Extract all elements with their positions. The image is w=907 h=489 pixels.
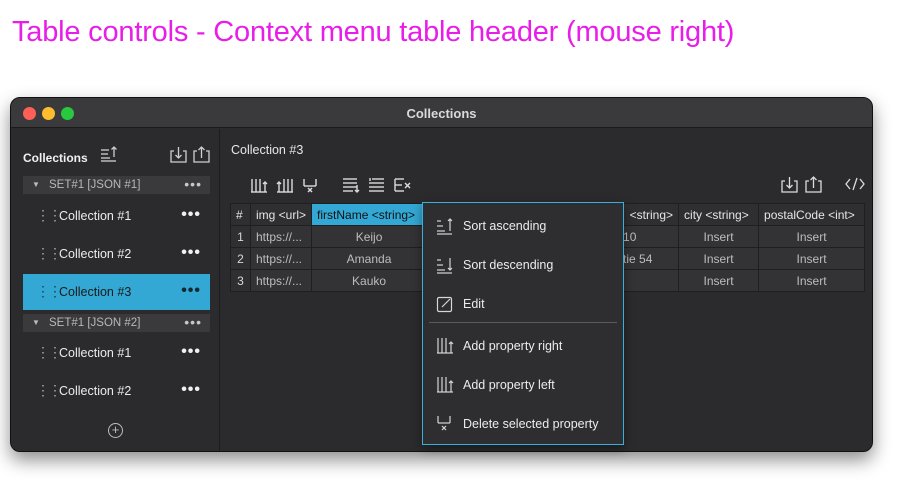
plus-circle-icon[interactable]: + (108, 423, 123, 438)
code-icon[interactable] (845, 176, 865, 192)
table-cell[interactable]: https://... (249, 247, 313, 270)
expand-triangle-icon[interactable]: ▼ (32, 318, 40, 327)
sort-ascending-icon (437, 218, 453, 235)
table-cell[interactable]: https://... (249, 225, 313, 248)
table-cell[interactable]: Kauko (311, 269, 428, 292)
collection-row[interactable]: ⋮⋮ Collection #1 ••• (23, 198, 210, 234)
set-row[interactable]: ▼ SET#1 [JSON #1] ••• (23, 176, 210, 194)
collection-row[interactable]: ⋮⋮ Collection #2 ••• (23, 236, 210, 272)
insert-cell[interactable]: Insert (758, 247, 866, 270)
set-more-icon[interactable]: ••• (184, 314, 202, 330)
menu-item-delete-property[interactable]: Delete selected property (423, 408, 623, 438)
import-collection-icon[interactable] (170, 146, 187, 163)
set-more-icon[interactable]: ••• (184, 176, 202, 192)
column-header[interactable]: postalCode <int> (758, 203, 866, 226)
sidebar: Collections ▼ SET#1 [JSON #1] ••• ⋮⋮ Col… (11, 129, 220, 451)
menu-item-label: Add property right (463, 339, 563, 353)
insert-row-above-icon[interactable] (368, 177, 386, 193)
table-cell[interactable]: Amanda (311, 247, 428, 270)
column-header[interactable]: # (230, 203, 251, 226)
import-icon[interactable] (781, 176, 798, 193)
drag-handle-icon[interactable]: ⋮⋮ (36, 382, 62, 399)
table-cell[interactable]: https://... (249, 269, 313, 292)
expand-triangle-icon[interactable]: ▼ (32, 180, 40, 189)
insert-cell[interactable]: Insert (678, 269, 760, 292)
collection-more-icon[interactable]: ••• (181, 244, 201, 262)
menu-item-sort-descending[interactable]: Sort descending (423, 249, 623, 279)
title-bar: Collections (11, 98, 872, 128)
menu-separator (429, 322, 617, 323)
menu-item-label: Edit (463, 297, 485, 311)
menu-item-add-property-right[interactable]: Add property right (423, 330, 623, 360)
collection-label: Collection #2 (59, 247, 132, 261)
menu-item-label: Delete selected property (463, 417, 599, 431)
export-icon[interactable] (805, 176, 822, 193)
context-menu: Sort ascending Sort descending Edit Add … (422, 202, 624, 445)
collection-row-active[interactable]: ⋮⋮ Collection #3 ••• (23, 274, 210, 310)
delete-row-icon[interactable] (394, 177, 412, 193)
collection-label: Collection #2 (59, 384, 132, 398)
export-collection-icon[interactable] (193, 146, 210, 163)
sort-collections-icon[interactable] (100, 146, 118, 162)
row-number: 3 (230, 269, 251, 292)
insert-row-below-icon[interactable] (342, 177, 360, 193)
add-column-right-icon[interactable] (250, 177, 268, 193)
menu-item-label: Add property left (463, 378, 555, 392)
add-property-right-icon (437, 338, 454, 354)
drag-handle-icon[interactable]: ⋮⋮ (36, 344, 62, 361)
collection-label: Collection #1 (59, 209, 132, 223)
row-number: 2 (230, 247, 251, 270)
collection-row[interactable]: ⋮⋮ Collection #1 ••• (23, 335, 210, 371)
menu-item-label: Sort descending (463, 258, 554, 272)
set-label: SET#1 [JSON #2] (49, 317, 141, 329)
insert-cell[interactable]: Insert (758, 269, 866, 292)
column-header-selected[interactable]: firstName <string> (311, 203, 428, 226)
page-caption: Table controls - Context menu table head… (12, 16, 735, 48)
table-cell[interactable]: Keijo (311, 225, 428, 248)
insert-cell[interactable]: Insert (678, 247, 760, 270)
column-header[interactable]: city <string> (678, 203, 760, 226)
menu-item-add-property-left[interactable]: Add property left (423, 369, 623, 399)
menu-item-edit[interactable]: Edit (423, 288, 623, 318)
delete-column-icon[interactable] (302, 177, 320, 193)
collection-label: Collection #1 (59, 346, 132, 360)
insert-cell[interactable]: Insert (678, 225, 760, 248)
drag-handle-icon[interactable]: ⋮⋮ (36, 207, 62, 224)
collection-more-icon[interactable]: ••• (181, 343, 201, 361)
drag-handle-icon[interactable]: ⋮⋮ (36, 245, 62, 262)
collection-more-icon[interactable]: ••• (181, 381, 201, 399)
edit-icon (436, 296, 453, 313)
menu-item-sort-ascending[interactable]: Sort ascending (423, 210, 623, 240)
sidebar-title: Collections (23, 151, 88, 165)
set-label: SET#1 [JSON #1] (49, 179, 141, 191)
sort-descending-icon (437, 258, 453, 274)
drag-handle-icon[interactable]: ⋮⋮ (36, 283, 62, 300)
window-title: Collections (406, 106, 477, 121)
collection-more-icon[interactable]: ••• (181, 206, 201, 224)
collection-row[interactable]: ⋮⋮ Collection #2 ••• (23, 373, 210, 409)
row-number: 1 (230, 225, 251, 248)
column-header[interactable]: img <url> (249, 203, 313, 226)
set-row[interactable]: ▼ SET#1 [JSON #2] ••• (23, 314, 210, 332)
collection-label: Collection #3 (59, 285, 132, 299)
delete-property-icon (437, 416, 451, 431)
menu-item-label: Sort ascending (463, 219, 547, 233)
collection-more-icon[interactable]: ••• (181, 282, 201, 300)
collection-title: Collection #3 (231, 143, 304, 157)
insert-cell[interactable]: Insert (758, 225, 866, 248)
add-property-left-icon (437, 377, 454, 393)
add-column-left-icon[interactable] (276, 177, 294, 193)
